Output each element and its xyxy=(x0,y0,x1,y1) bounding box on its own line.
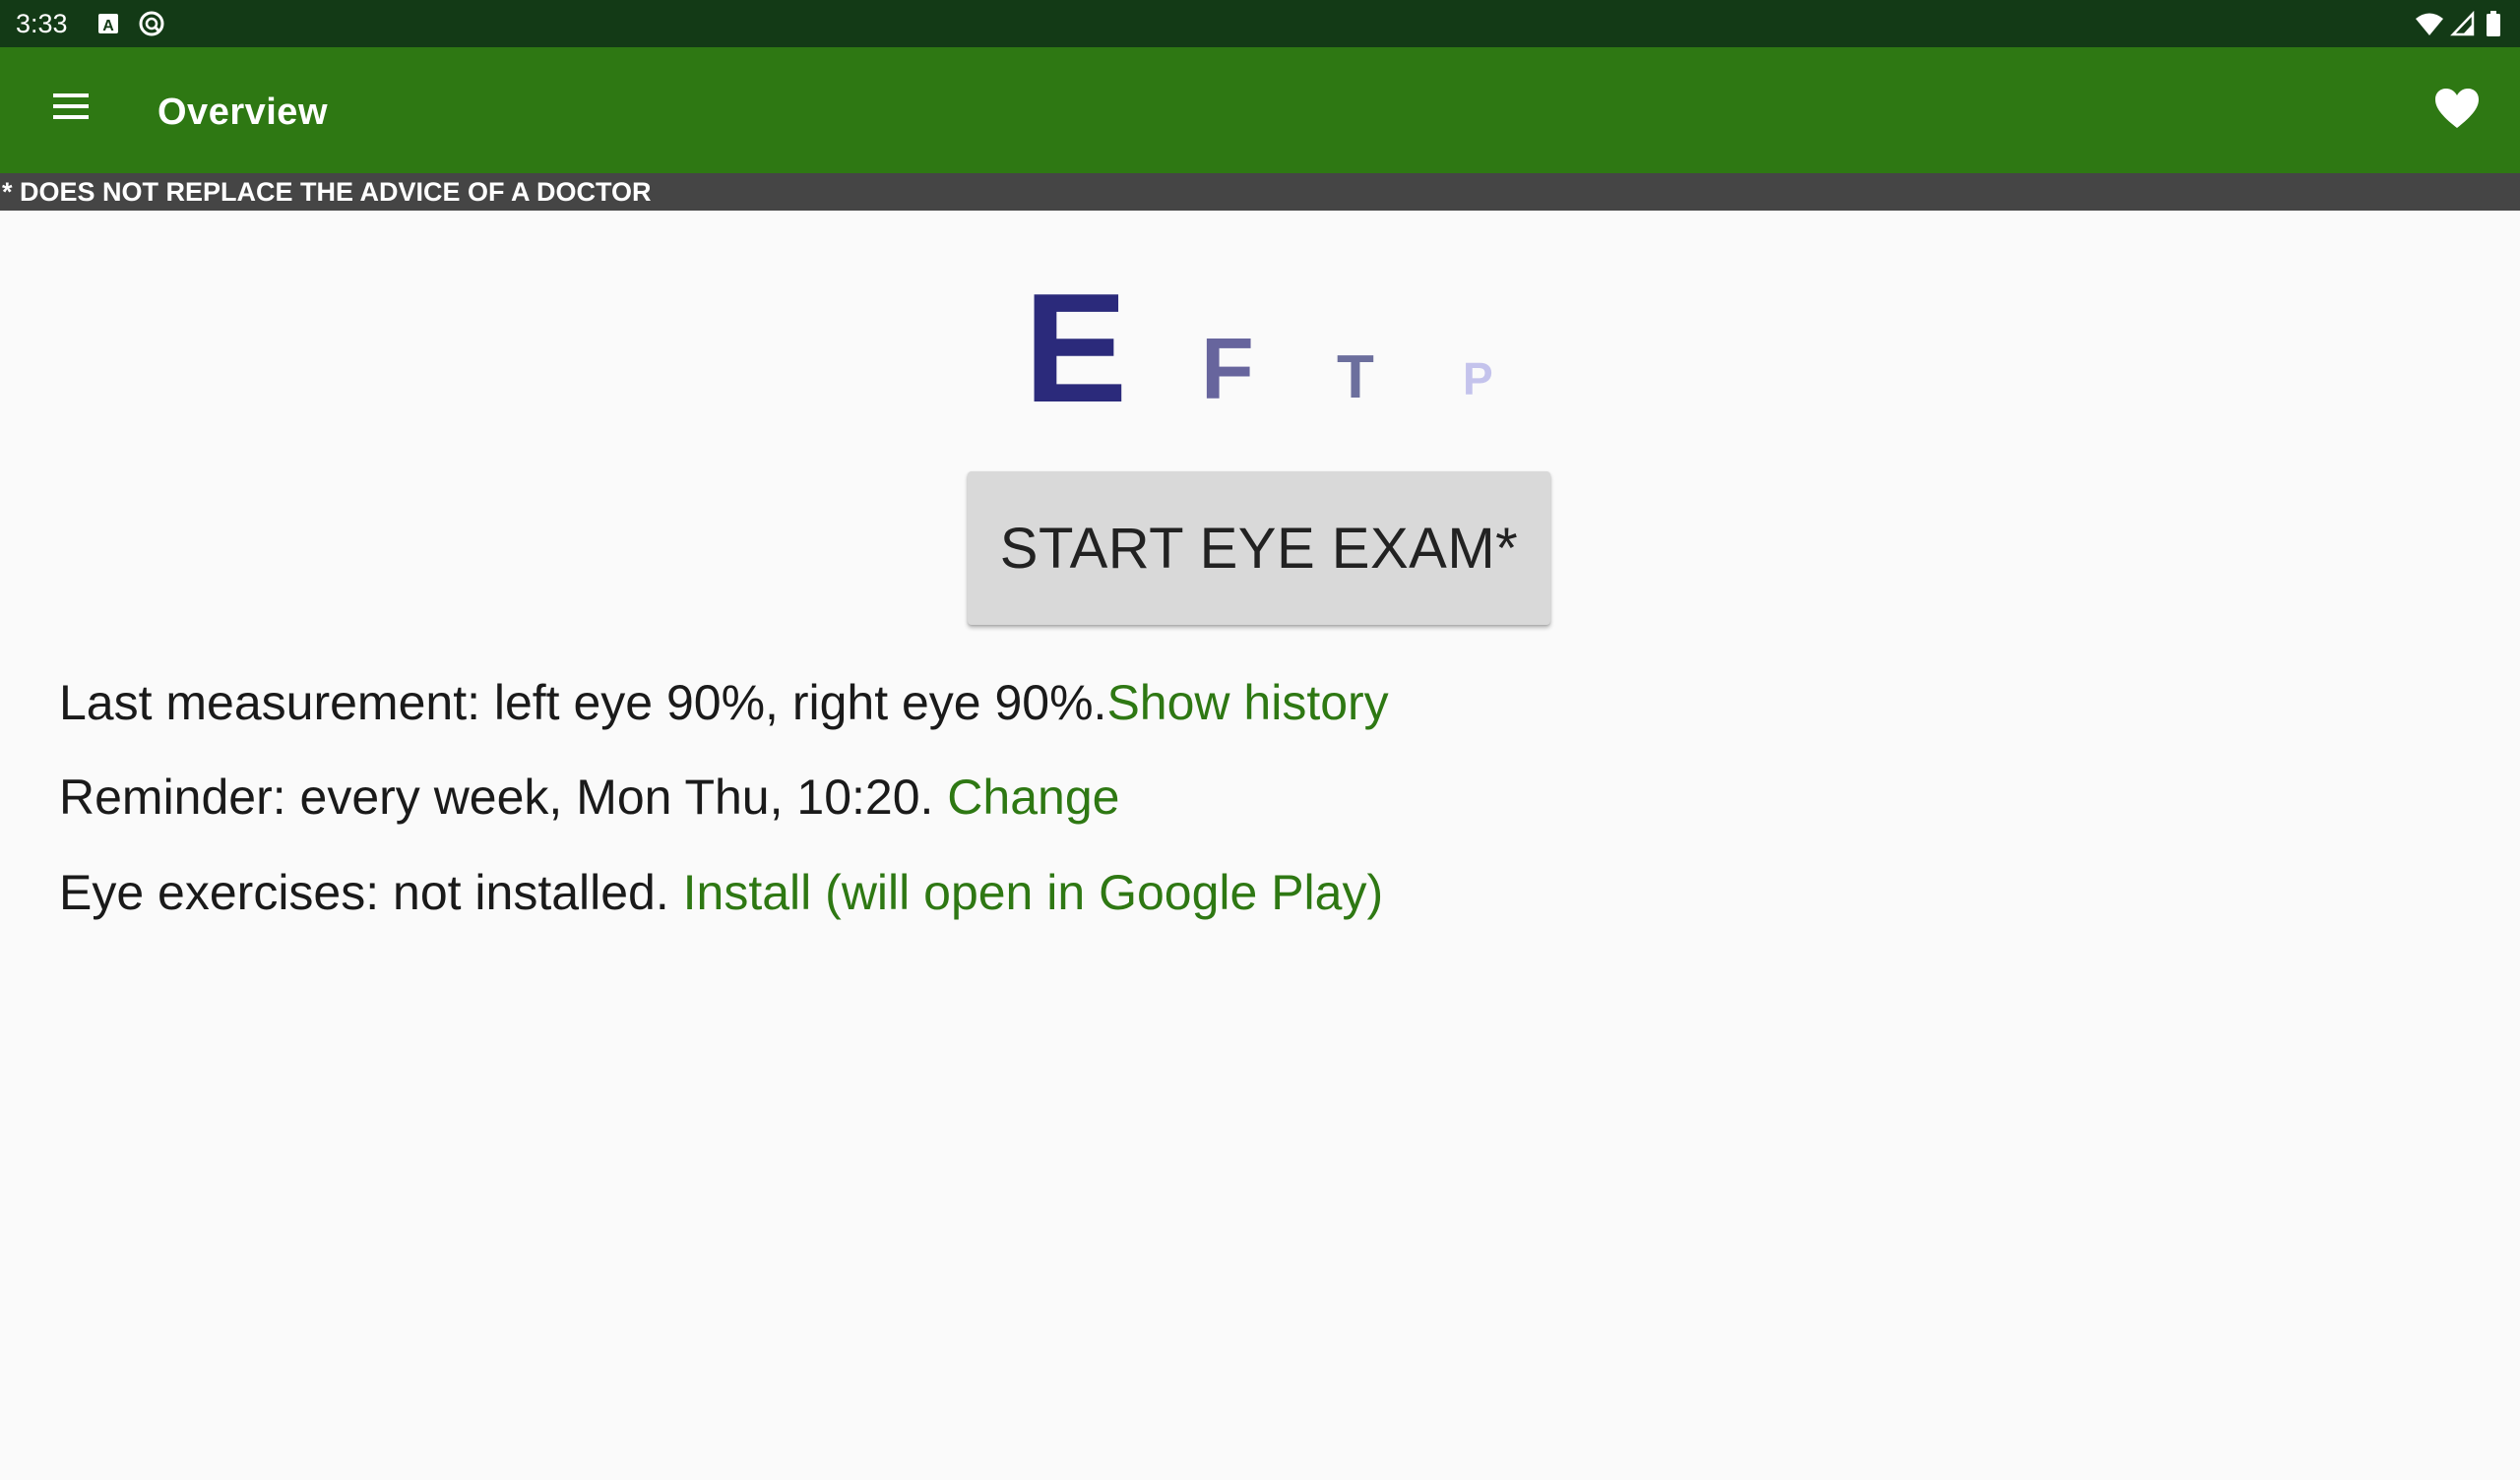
status-time: 3:33 xyxy=(16,9,68,38)
sync-circle-icon xyxy=(138,10,165,37)
install-exercises-link[interactable]: Install (will open in Google Play) xyxy=(683,865,1383,920)
disclaimer-banner: * DOES NOT REPLACE THE ADVICE OF A DOCTO… xyxy=(0,173,2520,211)
a-box-icon: A xyxy=(94,10,122,37)
reminder-row: Reminder: every week, Mon Thu, 10:20. Ch… xyxy=(59,768,1119,827)
change-reminder-link[interactable]: Change xyxy=(933,770,1119,825)
battery-icon xyxy=(2485,10,2502,37)
status-bar: 3:33 A xyxy=(0,0,2520,47)
heart-icon[interactable] xyxy=(2429,81,2485,136)
cell-signal-icon xyxy=(2449,10,2477,37)
wifi-icon xyxy=(2414,10,2445,37)
reminder-text: Reminder: every week, Mon Thu, 10:20. xyxy=(59,770,934,825)
eye-exercises-text: Eye exercises: not installed. xyxy=(59,865,683,920)
eye-exercises-row: Eye exercises: not installed. Install (w… xyxy=(59,863,1383,922)
app-bar: Overview xyxy=(0,47,2520,173)
last-measurement-row: Last measurement: left eye 90%, right ey… xyxy=(59,673,1389,732)
eye-chart-letter-e: E xyxy=(1024,262,1128,435)
eye-chart-letter-t: T xyxy=(1337,343,1374,411)
last-measurement-text: Last measurement: left eye 90%, right ey… xyxy=(59,675,1107,730)
start-eye-exam-button[interactable]: START EYE EXAM* xyxy=(968,471,1550,625)
svg-text:A: A xyxy=(102,18,114,34)
page-title: Overview xyxy=(158,92,328,133)
hamburger-menu-icon[interactable] xyxy=(39,75,102,138)
eye-chart-letter-p: P xyxy=(1463,353,1493,404)
eye-chart-letter-f: F xyxy=(1201,320,1254,417)
show-history-link[interactable]: Show history xyxy=(1106,675,1388,730)
